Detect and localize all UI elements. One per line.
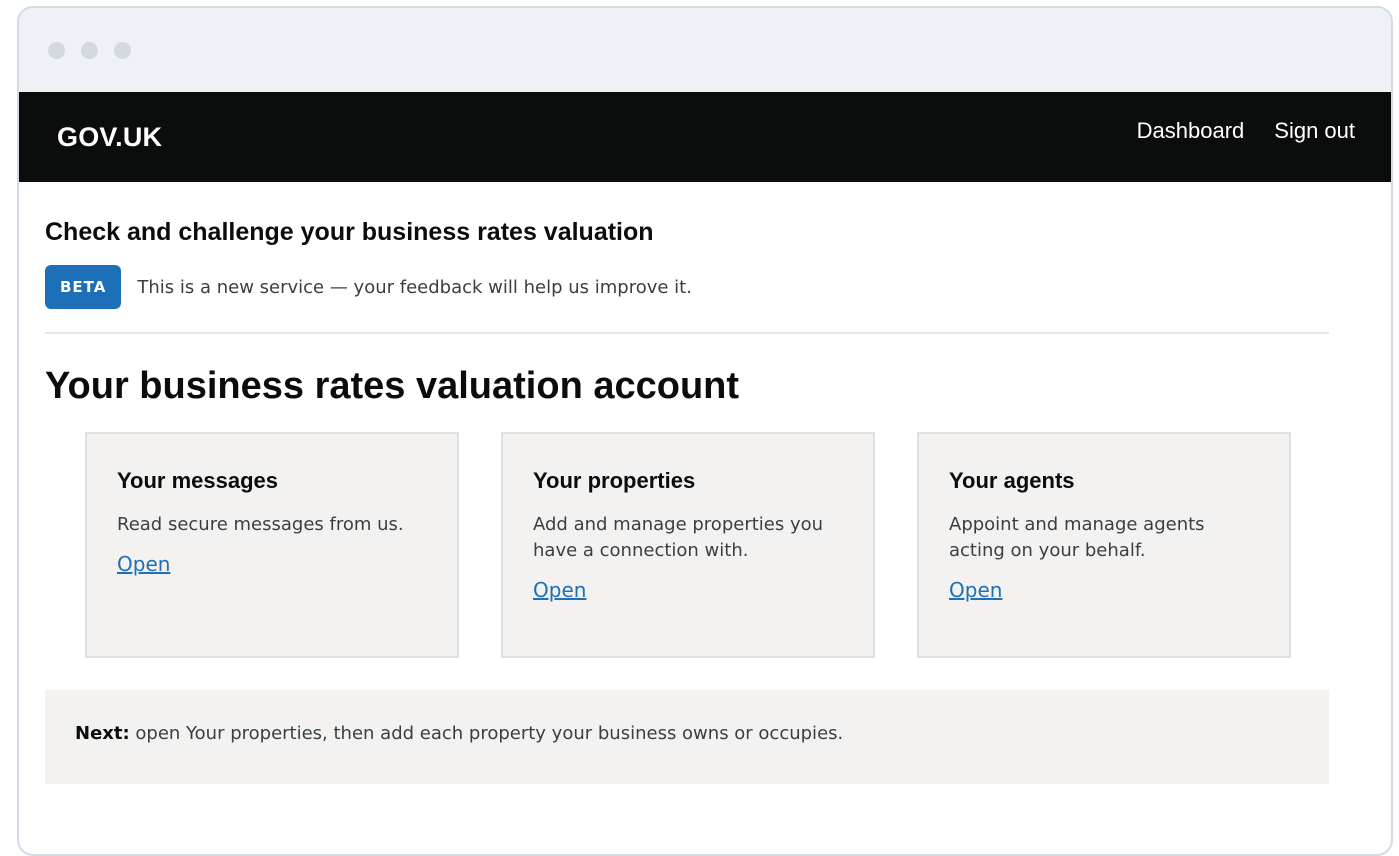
header-nav: Dashboard Sign out xyxy=(1137,118,1355,144)
beta-tag: BETA xyxy=(45,265,122,309)
next-step-panel: Next: open Your properties, then add eac… xyxy=(45,690,1329,784)
phase-banner-text: This is a new service — your feedback wi… xyxy=(137,276,692,298)
card-agents: Your agents Appoint and manage agents ac… xyxy=(917,432,1291,658)
card-title: Your properties xyxy=(533,468,696,493)
phase-banner: BETA This is a new service — your feedba… xyxy=(45,265,1329,309)
govuk-logo[interactable]: GOV.UK xyxy=(57,122,162,153)
card-description: Add and manage properties you have a con… xyxy=(533,514,824,561)
open-properties-link[interactable]: Open xyxy=(533,578,586,602)
nav-dashboard-link[interactable]: Dashboard xyxy=(1137,118,1245,144)
site-header: GOV.UK Dashboard Sign out xyxy=(19,92,1391,182)
card-description: Appoint and manage agents acting on your… xyxy=(949,514,1205,561)
card-properties: Your properties Add and manage propertie… xyxy=(501,432,875,658)
window-control-dot xyxy=(114,42,131,59)
main-content: Check and challenge your business rates … xyxy=(45,216,1329,784)
next-step-label: Next: xyxy=(75,723,130,744)
window-control-dot xyxy=(48,42,65,59)
card-title: Your messages xyxy=(117,468,279,493)
card-title: Your agents xyxy=(949,468,1075,493)
window-control-dot xyxy=(81,42,98,59)
card-group: Your messages Read secure messages from … xyxy=(85,432,1291,658)
window-titlebar xyxy=(19,8,1391,92)
open-agents-link[interactable]: Open xyxy=(949,578,1002,602)
section-divider xyxy=(45,332,1329,334)
card-description: Read secure messages from us. xyxy=(117,514,404,535)
service-name: Check and challenge your business rates … xyxy=(45,218,654,246)
next-step-text: open Your properties, then add each prop… xyxy=(129,723,844,744)
page-title: Your business rates valuation account xyxy=(45,365,740,407)
nav-sign-out-link[interactable]: Sign out xyxy=(1274,118,1355,144)
card-messages: Your messages Read secure messages from … xyxy=(85,432,459,658)
open-messages-link[interactable]: Open xyxy=(117,552,170,576)
